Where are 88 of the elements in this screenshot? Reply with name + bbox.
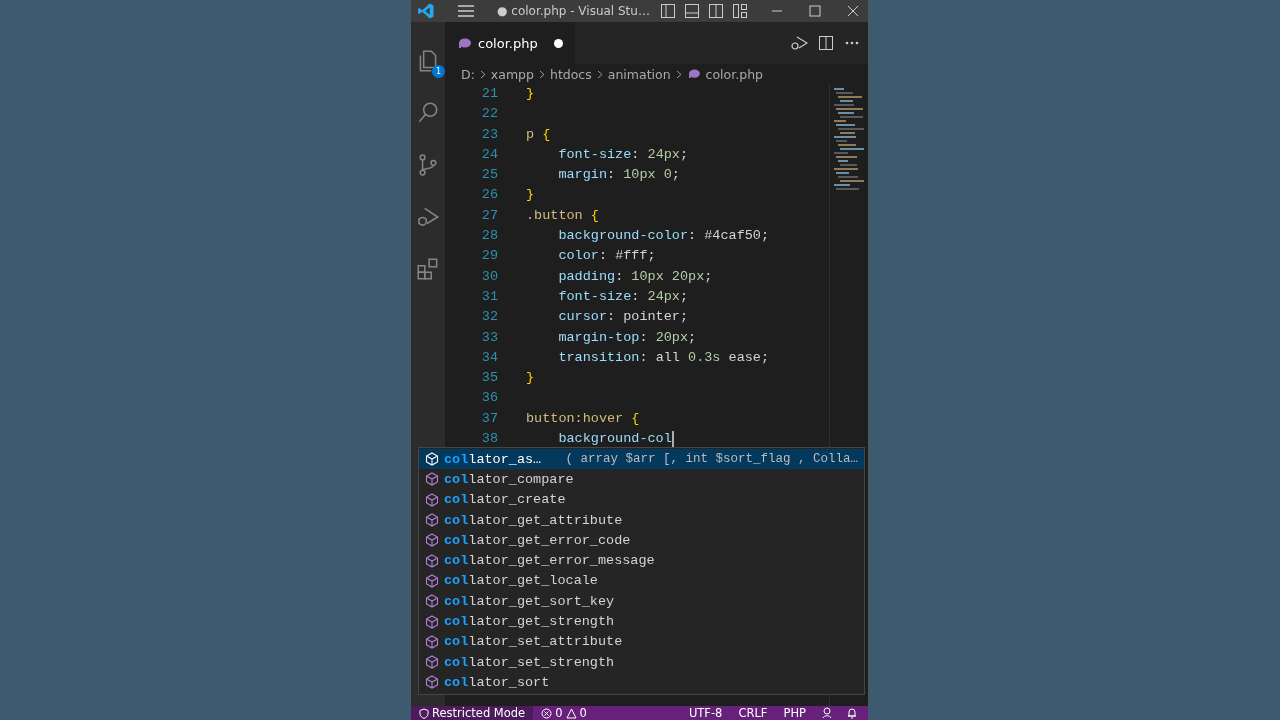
breadcrumb-item[interactable]: animation [607, 66, 671, 82]
breadcrumb-item[interactable]: htdocs [549, 66, 592, 82]
code-line: color: #fff; [557, 247, 656, 266]
code-line: p { [526, 125, 551, 144]
line-number: 31 [480, 287, 499, 306]
chevron-right-icon [675, 69, 682, 79]
status-item[interactable]: CRLF [730, 706, 776, 720]
code-line: } [526, 85, 535, 103]
line-number: 32 [480, 308, 499, 327]
cube-icon [425, 533, 439, 548]
cube-icon [425, 594, 439, 609]
line-number: 36 [480, 389, 499, 408]
line-number: 34 [480, 348, 499, 367]
line-number: 28 [480, 227, 499, 246]
suggestion-item[interactable]: collator_set_attribute [419, 631, 864, 652]
code-line: background-color: #4caf50; [557, 227, 770, 246]
cube-icon [425, 614, 439, 629]
code-line: } [526, 369, 535, 388]
notification-badge: 1 [432, 65, 445, 78]
breadcrumb-item[interactable]: color.php [705, 66, 763, 82]
code-line: margin-top: 20px; [557, 328, 697, 347]
code-line: font-size: 24px; [557, 145, 689, 164]
status-item[interactable]: PHP [775, 706, 814, 720]
bell-icon[interactable] [846, 707, 858, 719]
chevron-right-icon [596, 69, 603, 79]
customize-layout-icon[interactable] [731, 3, 748, 19]
run-debug-icon[interactable] [790, 35, 808, 51]
breadcrumb-item[interactable]: xampp [490, 66, 534, 82]
breadcrumb-item[interactable]: D: [461, 66, 475, 82]
cube-icon [425, 634, 439, 649]
cube-icon [425, 452, 439, 467]
cube-icon [425, 655, 439, 670]
suggestion-item[interactable]: collator_get_attribute [419, 509, 864, 531]
code-line: transition: all 0.3s ease; [557, 348, 770, 367]
line-number: 35 [480, 369, 499, 388]
suggestion-item[interactable]: collator_get_error_code [419, 530, 864, 551]
warning-icon [565, 707, 577, 719]
status-item[interactable]: UTF-8 [680, 706, 731, 720]
split-editor-icon[interactable] [818, 35, 834, 51]
code-line: button:hover { [526, 409, 640, 428]
split-layout-icon[interactable] [707, 3, 724, 19]
chevron-right-icon [479, 69, 486, 79]
suggestion-item[interactable]: collator_compare [419, 469, 864, 490]
window-title: ● color.php - Visual Stu… [497, 4, 650, 18]
cube-icon [425, 675, 439, 690]
code-line: background-col [557, 430, 672, 449]
line-number: 24 [480, 145, 499, 164]
code-line: padding: 10px 20px; [557, 267, 713, 286]
suggestion-item[interactable]: collator_sort [419, 672, 864, 693]
suggestion-item[interactable]: collator_get_sort_key [419, 591, 864, 612]
line-number: 22 [480, 105, 499, 124]
line-number: 33 [480, 328, 499, 347]
cube-icon [425, 553, 439, 568]
code-line: font-size: 24px; [557, 287, 689, 306]
code-line: cursor: pointer; [557, 308, 689, 327]
sidebar-layout-icon[interactable] [659, 3, 676, 19]
chevron-right-icon [538, 69, 545, 79]
suggestion-item[interactable]: collator_set_strength [419, 651, 864, 673]
app-logo-icon [417, 2, 435, 20]
line-number: 23 [480, 125, 499, 144]
editor-tab[interactable]: color.php [445, 22, 575, 64]
menu-icon[interactable] [457, 4, 475, 18]
suggestion-item[interactable]: collator_create [419, 489, 864, 510]
line-number: 21 [480, 85, 499, 103]
line-number: 37 [480, 409, 499, 428]
line-number: 29 [480, 247, 499, 266]
cube-icon [425, 513, 439, 528]
code-line: margin: 10px 0; [557, 166, 680, 185]
line-number: 38 [480, 430, 499, 449]
suggestion-item[interactable]: collator_as… ( array $arr [, int $sort_flag , Colla… [419, 449, 864, 470]
line-number: 25 [480, 166, 499, 185]
code-line: .button { [526, 206, 599, 225]
feedback-icon[interactable] [822, 707, 834, 719]
suggestion-item[interactable]: collator_get_locale [419, 570, 864, 592]
panel-layout-icon[interactable] [683, 3, 700, 19]
error-icon [541, 707, 553, 719]
cube-icon [425, 573, 439, 588]
suggestion-item[interactable]: collator_get_error_message [419, 550, 864, 571]
restricted-mode-status[interactable]: Restricted Mode [411, 706, 534, 720]
suggestion-item[interactable]: collator_get_strength [419, 611, 864, 632]
shield-icon [419, 707, 429, 719]
line-number: 30 [480, 267, 499, 286]
line-number: 27 [480, 206, 499, 225]
code-line: } [526, 186, 535, 205]
line-number: 26 [480, 186, 499, 205]
problems-status[interactable]: 0 0 [533, 706, 595, 720]
cube-icon [425, 472, 439, 487]
cube-icon [425, 492, 439, 507]
